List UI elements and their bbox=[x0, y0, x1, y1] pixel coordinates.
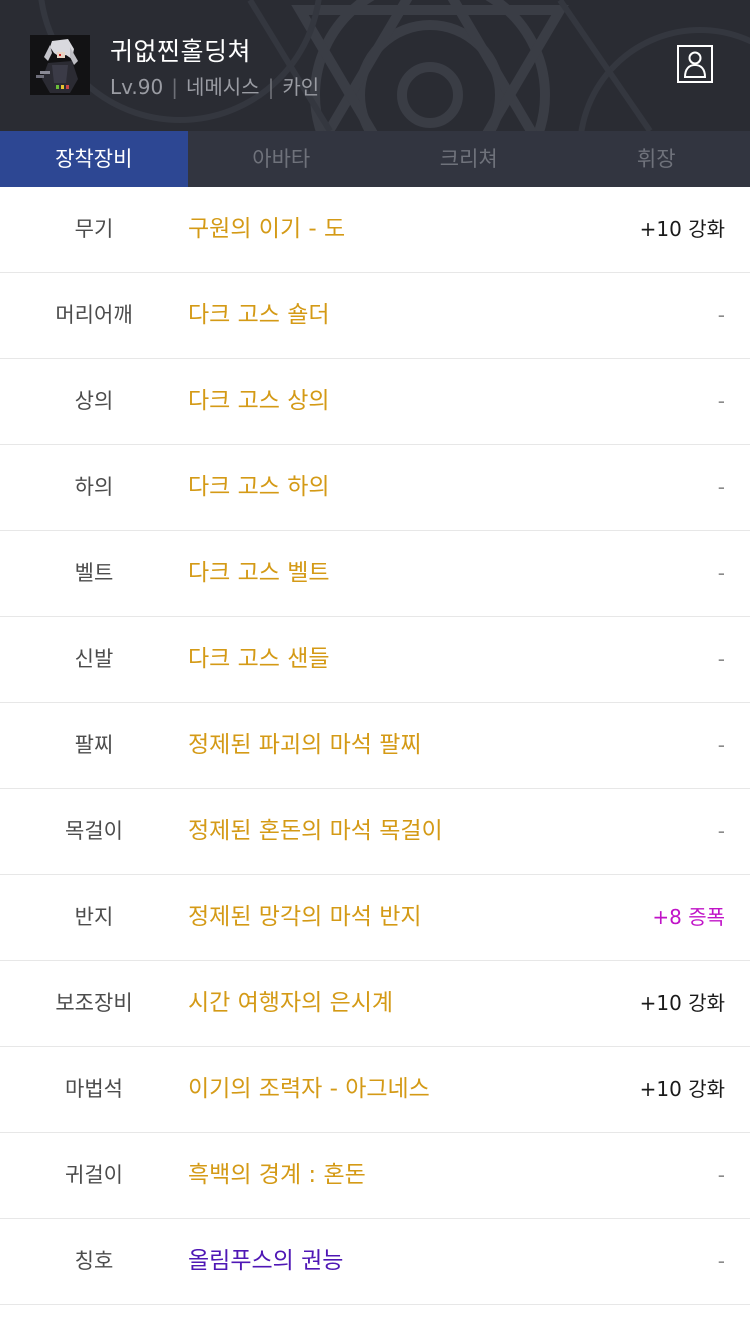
character-server: 네메시스 bbox=[185, 75, 260, 99]
equipment-item-name[interactable]: 다크 고스 벨트 bbox=[188, 531, 330, 616]
equipment-enhance-status: - bbox=[717, 1249, 725, 1273]
equipment-item-name[interactable]: 올림푸스의 권능 bbox=[188, 1219, 343, 1304]
equipment-slot-label: 하의 bbox=[74, 475, 114, 499]
equipment-slot-label: 반지 bbox=[74, 905, 114, 929]
equipment-enhance-status: +10 강화 bbox=[639, 991, 725, 1015]
profile-button[interactable] bbox=[677, 45, 713, 83]
equipment-row[interactable]: 마법석 이기의 조력자 - 아그네스 +10 강화 bbox=[0, 1047, 750, 1133]
character-header: 귀없찐홀딩쳐 Lv.90 | 네메시스 | 카인 bbox=[0, 0, 750, 131]
equipment-enhance-status: +10 강화 bbox=[639, 217, 725, 241]
equipment-slot-label: 상의 bbox=[74, 389, 114, 413]
equipment-row[interactable]: 신발 다크 고스 샌들 - bbox=[0, 617, 750, 703]
equipment-row[interactable]: 머리어깨 다크 고스 숄더 - bbox=[0, 273, 750, 359]
equipment-slot-label: 귀걸이 bbox=[65, 1163, 123, 1187]
equipment-enhance-status: - bbox=[717, 819, 725, 843]
tab-creature[interactable]: 크리쳐 bbox=[375, 131, 563, 187]
equipment-row[interactable]: 하의 다크 고스 하의 - bbox=[0, 445, 750, 531]
equipment-slot-label: 팔찌 bbox=[74, 733, 114, 757]
equipment-item-name[interactable]: 정제된 파괴의 마석 팔찌 bbox=[188, 703, 422, 788]
meta-separator: | bbox=[267, 75, 275, 99]
equipment-item-name[interactable]: 구원의 이기 - 도 bbox=[188, 187, 345, 272]
equipment-item-name[interactable]: 흑백의 경계 : 혼돈 bbox=[188, 1133, 366, 1218]
equipment-enhance-status: - bbox=[717, 647, 725, 671]
equipment-row[interactable]: 팔찌 정제된 파괴의 마석 팔찌 - bbox=[0, 703, 750, 789]
equipment-enhance-status: - bbox=[717, 561, 725, 585]
character-name: 귀없찐홀딩쳐 bbox=[110, 37, 252, 66]
equipment-row[interactable]: 귀걸이 흑백의 경계 : 혼돈 - bbox=[0, 1133, 750, 1219]
meta-separator: | bbox=[171, 75, 178, 99]
equipment-row[interactable]: 상의 다크 고스 상의 - bbox=[0, 359, 750, 445]
equipment-enhance-status: +10 강화 bbox=[639, 1077, 725, 1101]
character-level: Lv.90 bbox=[110, 75, 164, 99]
tab-equipment[interactable]: 장착장비 bbox=[0, 131, 188, 187]
equipment-slot-label: 보조장비 bbox=[55, 991, 133, 1015]
tab-insignia[interactable]: 휘장 bbox=[563, 131, 750, 187]
equipment-item-name[interactable]: 이기의 조력자 - 아그네스 bbox=[188, 1047, 430, 1132]
equipment-slot-label: 마법석 bbox=[65, 1077, 123, 1101]
equipment-slot-label: 무기 bbox=[74, 217, 114, 241]
character-avatar bbox=[30, 35, 90, 95]
equipment-row[interactable]: 벨트 다크 고스 벨트 - bbox=[0, 531, 750, 617]
character-job: 카인 bbox=[282, 75, 320, 99]
person-icon bbox=[677, 45, 713, 83]
equipment-item-name[interactable]: 다크 고스 상의 bbox=[188, 359, 330, 444]
equipment-row[interactable]: 목걸이 정제된 혼돈의 마석 목걸이 - bbox=[0, 789, 750, 875]
equipment-enhance-status: - bbox=[717, 303, 725, 327]
equipment-enhance-status: - bbox=[717, 733, 725, 757]
equipment-slot-label: 칭호 bbox=[74, 1249, 114, 1273]
equipment-item-name[interactable]: 다크 고스 샌들 bbox=[188, 617, 330, 702]
equipment-item-name[interactable]: 시간 여행자의 은시계 bbox=[188, 961, 393, 1046]
equipment-item-name[interactable]: 다크 고스 하의 bbox=[188, 445, 330, 530]
equipment-enhance-status: - bbox=[717, 389, 725, 413]
equipment-row[interactable]: 칭호 올림푸스의 권능 - bbox=[0, 1219, 750, 1305]
tab-avatar[interactable]: 아바타 bbox=[188, 131, 376, 187]
equipment-enhance-status: +8 증폭 bbox=[652, 905, 725, 929]
character-portrait-icon bbox=[30, 35, 90, 95]
equipment-slot-label: 목걸이 bbox=[65, 819, 123, 843]
equipment-row[interactable]: 보조장비 시간 여행자의 은시계 +10 강화 bbox=[0, 961, 750, 1047]
tab-bar: 장착장비 아바타 크리쳐 휘장 bbox=[0, 131, 750, 187]
equipment-list: 무기 구원의 이기 - 도 +10 강화 머리어깨 다크 고스 숄더 - 상의 다크 고스 상… bbox=[0, 187, 750, 1305]
equipment-item-name[interactable]: 다크 고스 숄더 bbox=[188, 273, 330, 358]
character-meta: Lv.90 | 네메시스 | 카인 bbox=[110, 71, 319, 100]
equipment-row[interactable]: 무기 구원의 이기 - 도 +10 강화 bbox=[0, 187, 750, 273]
equipment-row[interactable]: 반지 정제된 망각의 마석 반지 +8 증폭 bbox=[0, 875, 750, 961]
equipment-slot-label: 신발 bbox=[74, 647, 114, 671]
equipment-item-name[interactable]: 정제된 혼돈의 마석 목걸이 bbox=[188, 789, 443, 874]
equipment-enhance-status: - bbox=[717, 1163, 725, 1187]
equipment-enhance-status: - bbox=[717, 475, 725, 499]
equipment-slot-label: 머리어깨 bbox=[55, 303, 133, 327]
equipment-item-name[interactable]: 정제된 망각의 마석 반지 bbox=[188, 875, 422, 960]
equipment-slot-label: 벨트 bbox=[74, 561, 114, 585]
